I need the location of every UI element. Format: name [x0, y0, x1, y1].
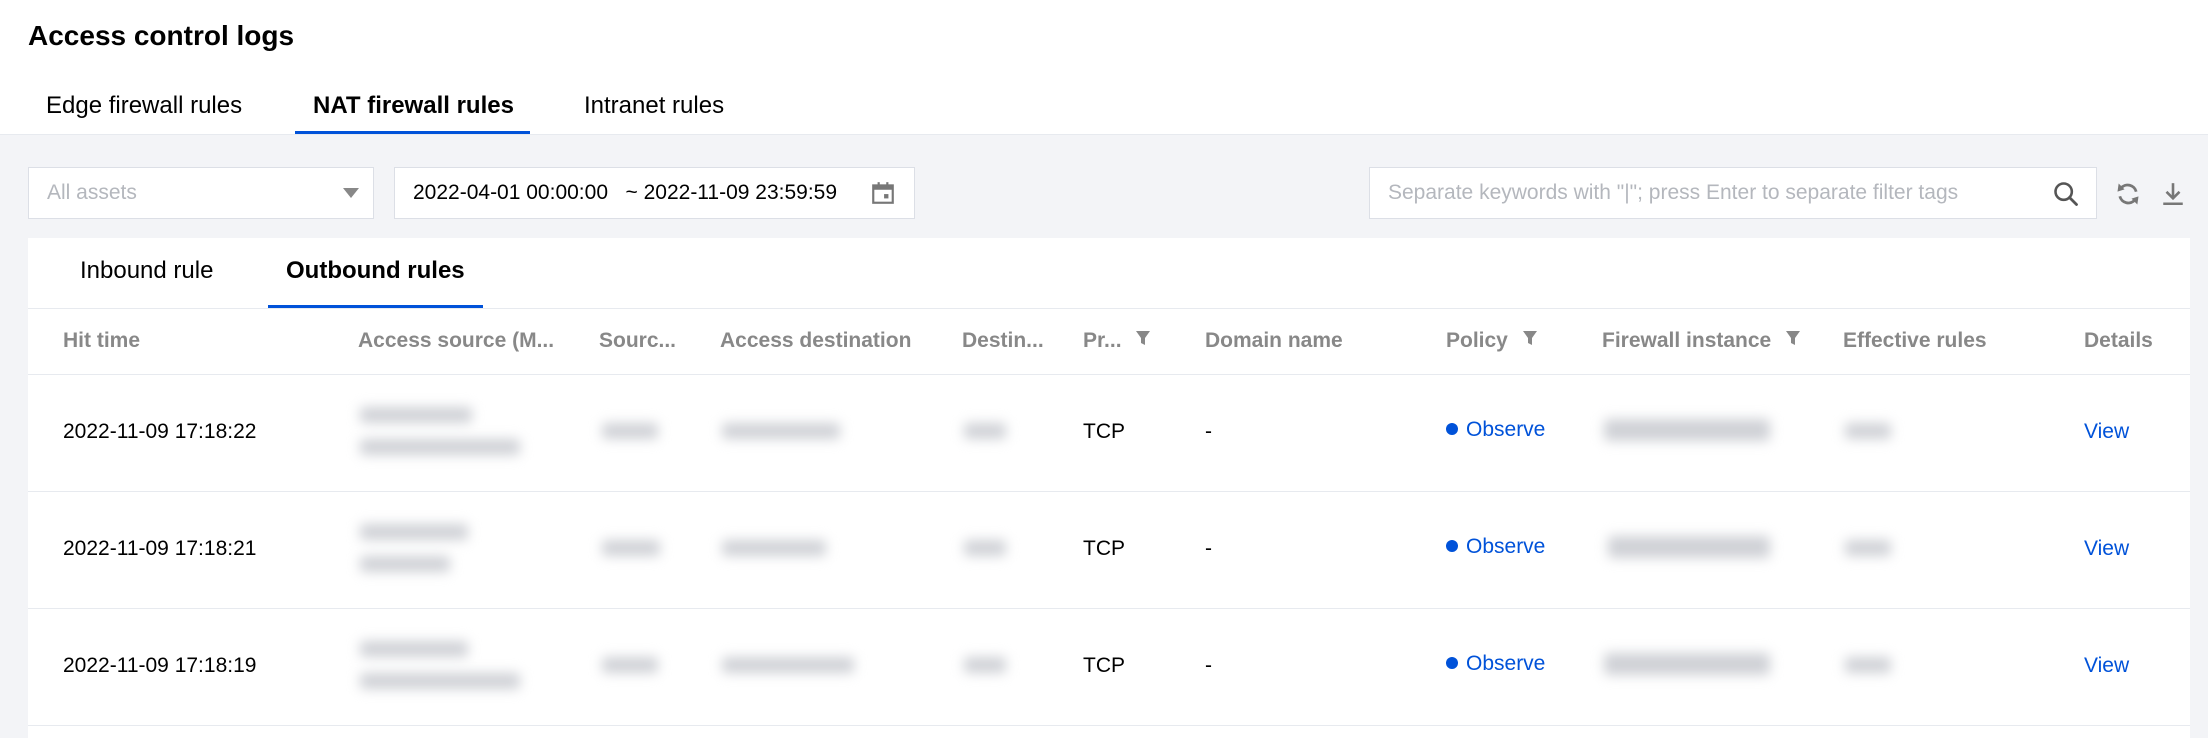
filter-icon[interactable] [1785, 330, 1801, 346]
calendar-icon[interactable] [870, 180, 896, 206]
redacted-access-destination [722, 423, 840, 439]
active-tab-indicator [295, 131, 530, 134]
assets-select-placeholder: All assets [47, 181, 137, 204]
status-dot [1446, 540, 1458, 552]
redacted-destination [964, 540, 1006, 556]
search-box [1369, 167, 2097, 219]
main-tabs: Edge firewall rules NAT firewall rules I… [0, 92, 2208, 134]
redacted-effective-rules [1845, 657, 1891, 673]
redacted-destination [964, 657, 1006, 673]
date-range-picker[interactable]: 2022-04-01 00:00:00 ~ 2022-11-09 23:59:5… [394, 167, 915, 219]
column-protocol[interactable]: Pr... [1083, 329, 1151, 353]
redacted-effective-rules [1845, 423, 1891, 439]
top-bar: Access control logs Edge firewall rules … [0, 0, 2208, 135]
redacted-access-source [360, 524, 468, 540]
redacted-source [602, 657, 658, 673]
policy-status: Observe [1446, 652, 1545, 676]
redacted-access-source [360, 673, 520, 689]
protocol-cell: TCP [1083, 420, 1125, 443]
tab-inbound-rule[interactable]: Inbound rule [80, 257, 213, 308]
redacted-access-destination [722, 540, 826, 556]
domain-cell: - [1205, 654, 1212, 677]
domain-cell: - [1205, 420, 1212, 443]
tab-nat-firewall-rules[interactable]: NAT firewall rules [295, 92, 530, 134]
column-access-source[interactable]: Access source (M... [358, 329, 554, 353]
redacted-access-source [360, 439, 520, 455]
tab-label: Inbound rule [80, 257, 214, 284]
view-details-link[interactable]: View [2084, 420, 2129, 444]
redacted-access-source [360, 407, 472, 423]
column-hit-time[interactable]: Hit time [63, 329, 140, 353]
tab-outbound-rules[interactable]: Outbound rules [268, 257, 483, 308]
hit-time-cell: 2022-11-09 17:18:22 [63, 420, 257, 443]
tab-label: Edge firewall rules [46, 92, 243, 119]
redacted-access-destination [722, 657, 854, 673]
column-details[interactable]: Details [2084, 329, 2153, 353]
redacted-source [602, 423, 658, 439]
column-destination[interactable]: Destin... [962, 329, 1044, 353]
tab-label: Outbound rules [286, 257, 465, 284]
tab-label: Intranet rules [584, 92, 725, 119]
column-policy[interactable]: Policy [1446, 329, 1538, 353]
policy-status: Observe [1446, 418, 1545, 442]
search-icon[interactable] [2052, 180, 2080, 208]
filter-icon[interactable] [1135, 330, 1151, 346]
filter-icon[interactable] [1522, 330, 1538, 346]
tab-intranet-rules[interactable]: Intranet rules [584, 92, 724, 134]
policy-status: Observe [1446, 535, 1545, 559]
column-source[interactable]: Sourc... [599, 329, 676, 353]
table-row: 2022-11-09 17:18:21 TCP - Observe View [28, 492, 2190, 609]
protocol-cell: TCP [1083, 537, 1125, 560]
redacted-firewall-instance [1604, 653, 1770, 675]
table-row: 2022-11-09 17:18:19 TCP - Observe View [28, 609, 2190, 726]
hit-time-cell: 2022-11-09 17:18:21 [63, 537, 257, 560]
sub-tabs: Inbound rule Outbound rules [28, 238, 2190, 309]
tab-label: NAT firewall rules [313, 92, 514, 119]
redacted-access-source [360, 641, 468, 657]
column-access-destination[interactable]: Access destination [720, 329, 911, 353]
column-effective-rules[interactable]: Effective rules [1843, 329, 1987, 353]
chevron-down-icon [343, 188, 359, 198]
download-icon[interactable] [2160, 180, 2186, 208]
protocol-cell: TCP [1083, 654, 1125, 677]
refresh-icon[interactable] [2114, 180, 2142, 208]
date-range-value: 2022-04-01 00:00:00 ~ 2022-11-09 23:59:5… [413, 181, 838, 204]
view-details-link[interactable]: View [2084, 537, 2129, 561]
tab-edge-firewall-rules[interactable]: Edge firewall rules [46, 92, 242, 134]
domain-cell: - [1205, 537, 1212, 560]
page-title: Access control logs [28, 20, 295, 51]
status-dot [1446, 423, 1458, 435]
hit-time-cell: 2022-11-09 17:18:19 [63, 654, 257, 677]
table-header: Hit time Access source (M... Sourc... Ac… [28, 308, 2190, 375]
redacted-firewall-instance [1604, 419, 1770, 441]
search-input[interactable] [1370, 168, 2030, 218]
logs-card: Inbound rule Outbound rules Hit time Acc… [28, 238, 2190, 738]
redacted-firewall-instance [1608, 536, 1770, 558]
column-domain-name[interactable]: Domain name [1205, 329, 1343, 353]
redacted-source [602, 540, 660, 556]
redacted-effective-rules [1845, 540, 1891, 556]
column-firewall-instance[interactable]: Firewall instance [1602, 329, 1801, 353]
assets-select[interactable]: All assets [28, 167, 374, 219]
redacted-destination [964, 423, 1006, 439]
view-details-link[interactable]: View [2084, 654, 2129, 678]
table-row: 2022-11-09 17:18:22 TCP - Observe View [28, 375, 2190, 492]
status-dot [1446, 657, 1458, 669]
redacted-access-source [360, 556, 450, 572]
